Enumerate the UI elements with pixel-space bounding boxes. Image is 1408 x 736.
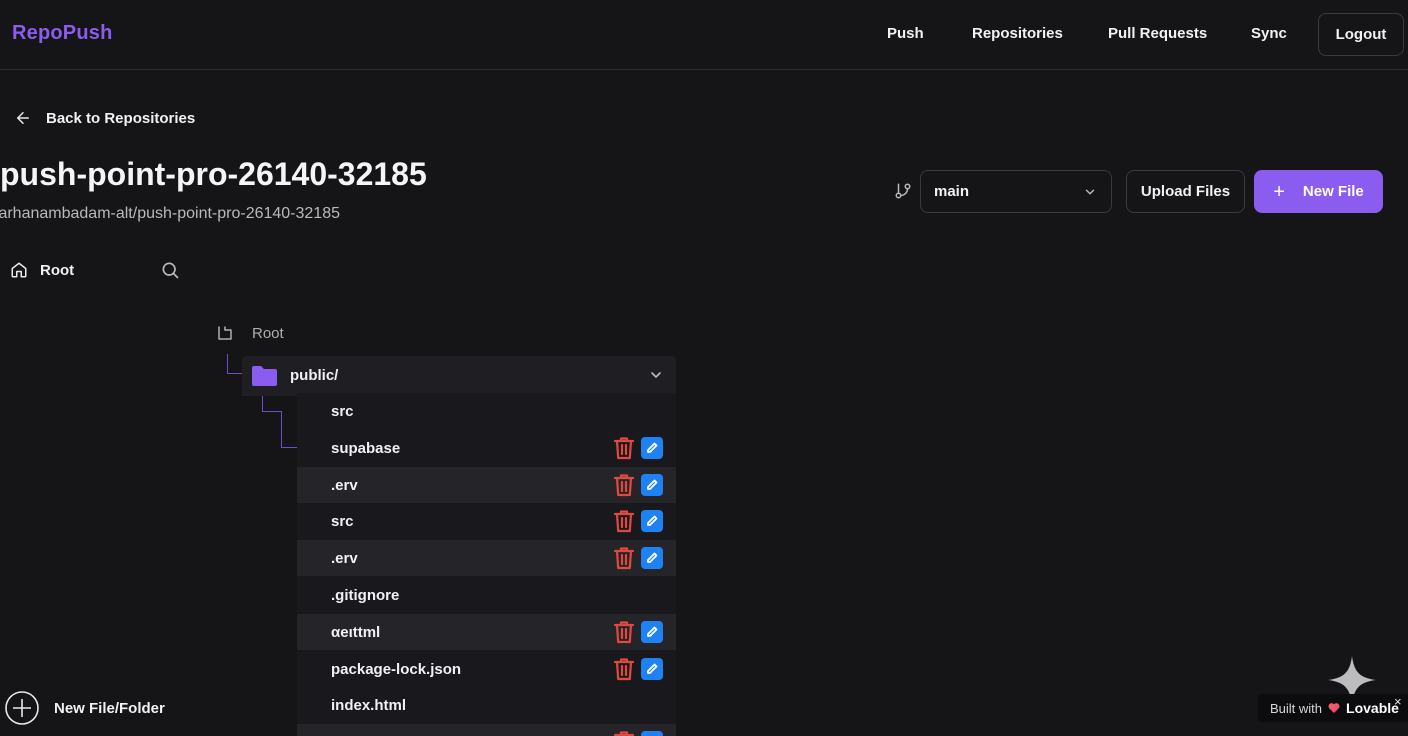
file-row[interactable]: .erv	[297, 540, 676, 576]
badge-prefix: Built with	[1270, 700, 1323, 716]
file-list: src supabase .erv src .erv .gitignore αeιttml p…	[297, 393, 676, 736]
edit-pencil-icon[interactable]	[641, 658, 663, 680]
tree-root[interactable]: Root	[216, 323, 284, 343]
file-name: .erv	[331, 550, 358, 567]
search-icon[interactable]	[160, 260, 180, 280]
file-row[interactable]: package-lock.json	[297, 651, 676, 687]
top-navbar: RepoPush Push Repositories Pull Requests…	[0, 0, 1408, 70]
tree-connector	[227, 354, 243, 374]
edit-pencil-icon[interactable]	[641, 510, 663, 532]
chevron-down-icon	[1085, 189, 1095, 195]
repo-title: push-point-pro-26140-32185	[0, 156, 427, 192]
file-name: src	[331, 513, 354, 530]
new-file-folder-label: New File/Folder	[54, 699, 165, 717]
plus-circle-icon	[5, 691, 39, 725]
new-file-button[interactable]: + New File	[1254, 170, 1383, 213]
tree-connector	[281, 412, 297, 448]
file-row[interactable]: αeιttml	[297, 614, 676, 650]
file-row[interactable]: src	[297, 503, 676, 539]
file-name: .gitignore	[331, 587, 400, 604]
git-branch-icon	[895, 183, 911, 199]
nav-push[interactable]: Push	[887, 25, 924, 42]
brand-logo[interactable]: RepoPush	[12, 22, 113, 45]
file-name: .erv	[331, 477, 358, 494]
folder-icon	[252, 366, 277, 386]
trash-icon[interactable]	[613, 473, 635, 497]
new-file-folder-button[interactable]: New File/Folder	[4, 690, 165, 726]
logout-button[interactable]: Logout	[1318, 13, 1404, 56]
file-row[interactable]: src	[297, 393, 676, 429]
edit-pencil-icon[interactable]	[641, 621, 663, 643]
file-row[interactable]: supabase	[297, 430, 676, 466]
edit-pencil-icon[interactable]	[641, 437, 663, 459]
folder-root-icon	[218, 326, 232, 340]
trash-icon[interactable]	[613, 657, 635, 681]
trash-icon[interactable]	[613, 620, 635, 644]
built-with-lovable-badge[interactable]: Built with Lovable	[1258, 694, 1408, 722]
file-row[interactable]: index.html	[297, 687, 676, 723]
edit-pencil-icon[interactable]	[641, 474, 663, 496]
folder-name: public/	[290, 367, 339, 384]
edit-pencil-icon[interactable]	[641, 547, 663, 569]
file-name: package-lock.json	[331, 661, 462, 678]
upload-files-button[interactable]: Upload Files	[1126, 170, 1245, 213]
trash-icon[interactable]	[613, 436, 635, 460]
badge-brand: Lovable	[1346, 700, 1399, 716]
file-name: supabase	[331, 440, 401, 457]
arrow-left-icon	[17, 112, 29, 124]
sidebar-root-label: Root	[40, 261, 75, 279]
new-file-button-label: New File	[1302, 183, 1364, 200]
file-name: αeιttml	[331, 624, 381, 641]
branch-select-value: main	[934, 183, 970, 200]
file-row[interactable]	[297, 724, 676, 736]
lovable-heart-icon	[1328, 703, 1340, 713]
file-name: src	[331, 403, 354, 420]
trash-icon[interactable]	[613, 730, 635, 736]
tree-root-label: Root	[252, 324, 284, 342]
plus-icon: +	[1273, 180, 1285, 203]
repo-full-name: farhanambadam-alt/push-point-pro-26140-3…	[0, 205, 340, 222]
close-icon[interactable]: ×	[1394, 694, 1402, 709]
trash-icon[interactable]	[613, 509, 635, 533]
sidebar-root-item[interactable]: Root	[10, 260, 74, 280]
chevron-down-icon[interactable]	[648, 367, 664, 383]
branch-select[interactable]: main	[920, 170, 1112, 213]
file-row[interactable]: .gitignore	[297, 577, 676, 613]
tree-connector	[262, 396, 282, 412]
back-to-repositories-link[interactable]: Back to Repositories	[14, 108, 195, 128]
home-icon	[11, 262, 27, 278]
nav-repositories[interactable]: Repositories	[972, 25, 1063, 42]
nav-pull-requests[interactable]: Pull Requests	[1108, 25, 1207, 42]
file-name: index.html	[331, 697, 407, 714]
file-row[interactable]: .erv	[297, 467, 676, 503]
back-link-label: Back to Repositories	[46, 109, 196, 127]
edit-pencil-icon[interactable]	[641, 731, 663, 736]
trash-icon[interactable]	[613, 546, 635, 570]
nav-sync[interactable]: Sync	[1251, 25, 1287, 42]
